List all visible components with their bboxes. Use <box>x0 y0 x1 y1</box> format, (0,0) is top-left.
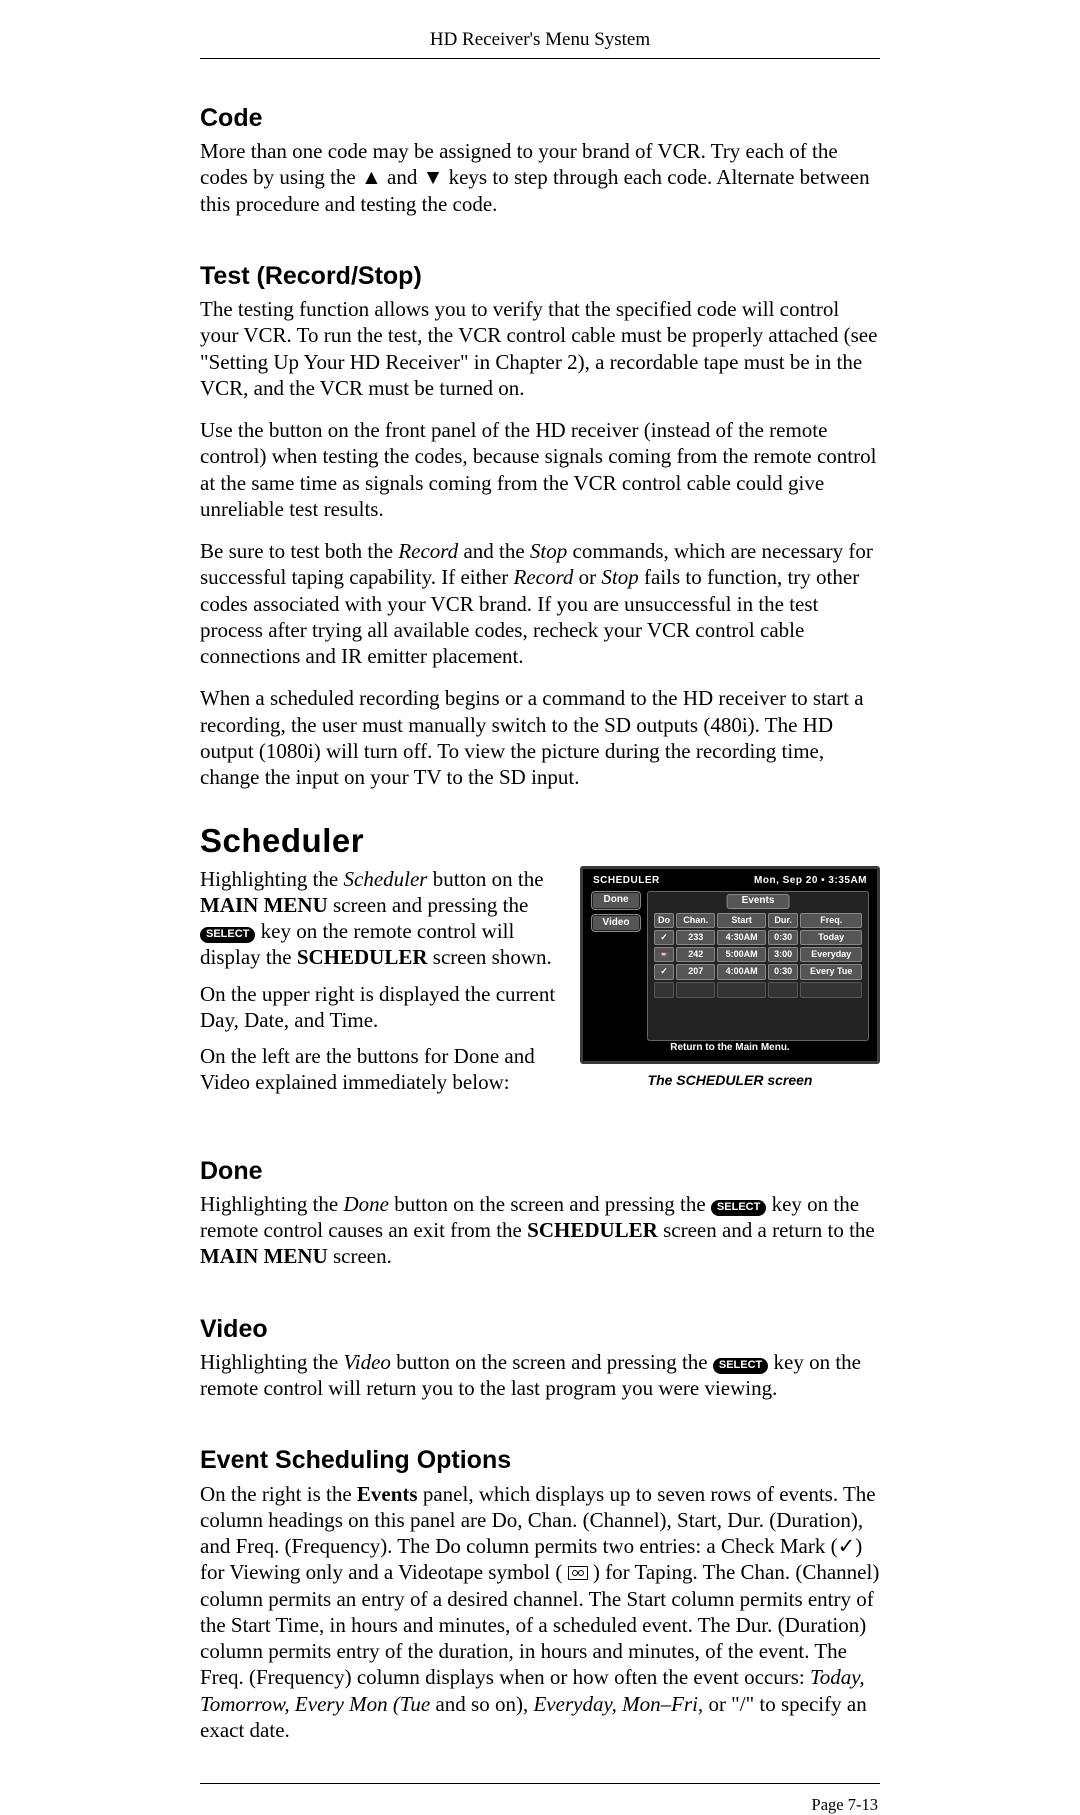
footer: Page 7-13 <box>200 1783 880 1815</box>
table-header-row: Do Chan. Start Dur. Freq. <box>654 913 862 928</box>
select-key-icon: SELECT <box>713 1358 768 1374</box>
fig-events-label: Events <box>727 894 790 909</box>
fig-datetime: Mon, Sep 20 • 3:35AM <box>754 875 867 888</box>
scheduler-row: Highlighting the Scheduler button on the… <box>200 866 880 1112</box>
fig-done-button[interactable]: Done <box>591 891 641 910</box>
select-key-icon: SELECT <box>200 927 255 943</box>
para-test-2: Use the button on the front panel of the… <box>200 417 880 522</box>
para-test-4: When a scheduled recording begins or a c… <box>200 685 880 790</box>
scheduler-text: Highlighting the Scheduler button on the… <box>200 866 558 1112</box>
fig-video-button[interactable]: Video <box>591 914 641 933</box>
heading-test: Test (Record/Stop) <box>200 261 880 292</box>
select-key-icon: SELECT <box>711 1200 766 1216</box>
scheduler-screenshot: SCHEDULER Mon, Sep 20 • 3:35AM Done Vide… <box>580 866 880 1064</box>
heading-video: Video <box>200 1314 880 1345</box>
para-code: More than one code may be assigned to yo… <box>200 138 880 217</box>
fig-events-panel: Events Do Chan. Start Dur. Freq. ✓ <box>647 891 869 1041</box>
heading-scheduler: Scheduler <box>200 820 880 861</box>
heading-done: Done <box>200 1156 880 1187</box>
table-row[interactable]: ✓ 233 4:30AM 0:30 Today <box>654 930 862 945</box>
page: HD Receiver's Menu System Code More than… <box>60 0 1020 1815</box>
para-sched-2: On the upper right is displayed the curr… <box>200 981 558 1034</box>
fig-caption: The SCHEDULER screen <box>580 1072 880 1090</box>
para-eso: On the right is the Events panel, which … <box>200 1481 880 1744</box>
bottom-rule <box>200 1783 880 1784</box>
videotape-icon <box>568 1566 588 1580</box>
fig-title: SCHEDULER <box>593 875 660 888</box>
fig-footer: Return to the Main Menu. <box>583 1042 877 1055</box>
para-done: Highlighting the Done button on the scre… <box>200 1191 880 1270</box>
heading-code: Code <box>200 103 880 134</box>
table-row[interactable] <box>654 982 862 998</box>
page-number: Page 7-13 <box>200 1795 880 1815</box>
running-head: HD Receiver's Menu System <box>200 28 880 58</box>
para-sched-1: Highlighting the Scheduler button on the… <box>200 866 558 971</box>
fig-events-table: Do Chan. Start Dur. Freq. ✓ 233 4:30AM 0… <box>652 911 864 1000</box>
heading-eso: Event Scheduling Options <box>200 1445 880 1476</box>
para-sched-3: On the left are the buttons for Done and… <box>200 1043 558 1096</box>
top-rule <box>200 58 880 59</box>
para-test-3: Be sure to test both the Record and the … <box>200 538 880 669</box>
fig-left-buttons: Done Video <box>591 891 641 1041</box>
scheduler-figure: SCHEDULER Mon, Sep 20 • 3:35AM Done Vide… <box>580 866 880 1090</box>
para-test-1: The testing function allows you to verif… <box>200 296 880 401</box>
table-row[interactable]: 📼 242 5:00AM 3:00 Everyday <box>654 947 862 962</box>
table-row[interactable]: ✓ 207 4:00AM 0:30 Every Tue <box>654 964 862 979</box>
para-video: Highlighting the Video button on the scr… <box>200 1349 880 1402</box>
